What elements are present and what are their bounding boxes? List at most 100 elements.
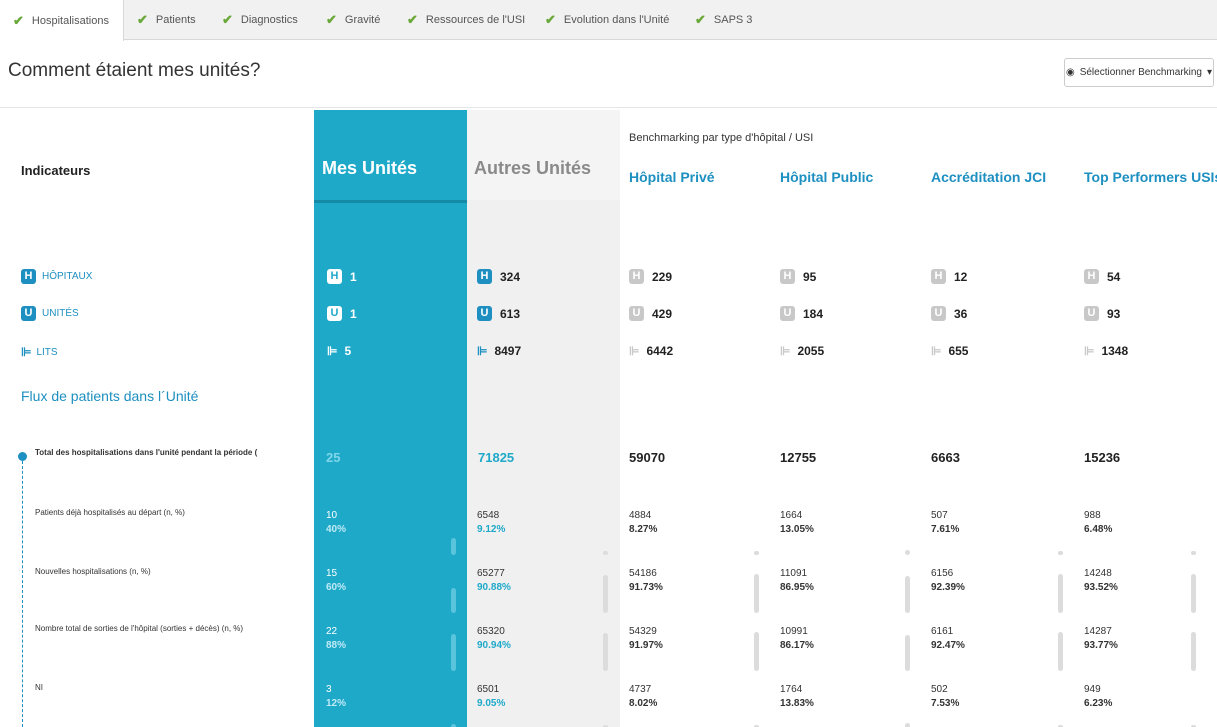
hospital-icon: H xyxy=(21,269,36,284)
cell-mine: 10 40% xyxy=(326,509,346,537)
bed-icon: ⊫ xyxy=(477,344,488,358)
cell-top: 988 6.48% xyxy=(1084,509,1112,537)
tab-saps3[interactable]: ✔ SAPS 3 xyxy=(695,0,752,40)
cell-count: 11091 xyxy=(780,568,808,579)
bed-icon: ⊫ xyxy=(780,344,791,358)
cell-count: 4737 xyxy=(629,684,652,695)
cell-count: 3 xyxy=(326,684,332,695)
cell-count: 502 xyxy=(931,684,948,695)
bench-header-jci[interactable]: Accréditation JCI xyxy=(931,169,1046,185)
cell-percent: 6.48% xyxy=(1084,524,1113,535)
tab-label: Hospitalisations xyxy=(31,14,109,27)
bench-header-top[interactable]: Top Performers USIs xyxy=(1084,169,1217,185)
cell-top: 14287 93.77% xyxy=(1084,625,1118,653)
cell-public: 1664 13.05% xyxy=(780,509,814,537)
cell-percent: 92.39% xyxy=(931,582,965,593)
tab-label: Ressources de l'USI xyxy=(425,14,526,26)
cell-percent: 13.83% xyxy=(780,698,814,709)
cell-count: 54329 xyxy=(629,626,657,637)
unit-icon: U xyxy=(327,306,342,321)
units-public: U 184 xyxy=(780,306,823,321)
cell-percent: 9.05% xyxy=(477,698,506,709)
beds-other: ⊫ 8497 xyxy=(477,344,521,358)
percent-bar xyxy=(451,538,456,555)
percent-bar xyxy=(451,588,456,613)
cell-percent: 6.23% xyxy=(1084,698,1113,709)
beds-mine: ⊫ 5 xyxy=(327,344,351,358)
bench-header-private[interactable]: Hôpital Privé xyxy=(629,169,715,185)
cell-top: 949 6.23% xyxy=(1084,683,1112,711)
unit-icon: U xyxy=(21,306,36,321)
check-icon: ✔ xyxy=(137,12,148,27)
cell-public: 11091 86.95% xyxy=(780,567,814,595)
value: 655 xyxy=(948,344,969,358)
eye-icon: ◉ xyxy=(1065,67,1075,78)
tab-ressources[interactable]: ✔ Ressources de l'USI xyxy=(407,0,525,40)
check-icon: ✔ xyxy=(695,12,706,27)
cell-count: 949 xyxy=(1084,684,1101,695)
tab-hospitalisations[interactable]: ✔ Hospitalisations xyxy=(0,0,124,41)
bench-header-public[interactable]: Hôpital Public xyxy=(780,169,873,185)
tab-bar: ✔ Hospitalisations ✔ Patients ✔ Diagnostics… xyxy=(0,0,1217,41)
cell-private: 54186 91.73% xyxy=(629,567,663,595)
total-mine: 25 xyxy=(326,450,341,465)
page-title: Comment étaient mes unités? xyxy=(8,60,261,81)
tab-gravite[interactable]: ✔ Gravité xyxy=(326,0,380,40)
my-units-header: Mes Unités xyxy=(322,158,418,178)
caret-down-icon: ▾ xyxy=(1207,67,1213,78)
cell-public: 1764 13.83% xyxy=(780,683,814,711)
timeline-line xyxy=(22,461,23,727)
percent-bar xyxy=(603,633,608,671)
hospitals-public: H 95 xyxy=(780,269,816,284)
value: 93 xyxy=(1107,306,1121,321)
tab-patients[interactable]: ✔ Patients xyxy=(137,0,196,40)
hospitals-other: H 324 xyxy=(477,269,520,284)
cell-percent: 12% xyxy=(326,698,347,709)
cell-percent: 13.05% xyxy=(780,524,814,535)
check-icon: ✔ xyxy=(545,12,556,27)
cell-mine: 3 12% xyxy=(326,683,346,711)
cell-percent: 8.02% xyxy=(629,698,658,709)
cell-count: 54186 xyxy=(629,568,657,579)
value: 1 xyxy=(350,269,357,284)
value: 5 xyxy=(344,344,352,358)
cell-count: 4884 xyxy=(629,510,652,521)
unit-icon: U xyxy=(931,306,946,321)
hospital-icon: H xyxy=(629,269,644,284)
cell-top: 14248 93.52% xyxy=(1084,567,1118,595)
tab-label: Gravité xyxy=(344,14,381,26)
cell-percent: 93.77% xyxy=(1084,640,1118,651)
cell-count: 15 xyxy=(326,568,338,579)
percent-bar xyxy=(905,550,910,555)
cell-count: 14287 xyxy=(1084,626,1112,637)
cell-mine: 15 60% xyxy=(326,567,346,595)
cell-mine: 22 88% xyxy=(326,625,346,653)
cell-percent: 86.17% xyxy=(780,640,814,651)
units-private: U 429 xyxy=(629,306,672,321)
cell-count: 507 xyxy=(931,510,948,521)
cell-private: 54329 91.97% xyxy=(629,625,663,653)
value: 429 xyxy=(652,306,673,321)
tab-label: Patients xyxy=(155,14,196,26)
cell-count: 22 xyxy=(326,626,338,637)
cell-jci: 502 7.53% xyxy=(931,683,959,711)
percent-bar xyxy=(905,635,910,671)
percent-bar xyxy=(1191,551,1196,555)
select-benchmarking-button[interactable]: ◉ Sélectionner Benchmarking ▾ xyxy=(1064,58,1214,87)
percent-bar xyxy=(1058,551,1063,555)
indicators-header: Indicateurs xyxy=(21,163,91,178)
tab-diagnostics[interactable]: ✔ Diagnostics xyxy=(222,0,298,40)
bed-icon: ⊫ xyxy=(629,344,640,358)
other-units-header: Autres Unités xyxy=(474,158,592,178)
cell-other: 6501 9.05% xyxy=(477,683,505,711)
percent-bar xyxy=(603,551,608,555)
flux-title: Flux de patients dans l´Unité xyxy=(21,388,199,404)
hospitals-top: H 54 xyxy=(1084,269,1120,284)
cell-count: 65320 xyxy=(477,626,505,637)
check-icon: ✔ xyxy=(407,12,418,27)
units-jci: U 36 xyxy=(931,306,967,321)
tab-evolution[interactable]: ✔ Evolution dans l'Unité xyxy=(545,0,669,40)
percent-bar xyxy=(1058,574,1063,613)
hospitals-jci: H 12 xyxy=(931,269,967,284)
percent-bar xyxy=(905,576,910,613)
